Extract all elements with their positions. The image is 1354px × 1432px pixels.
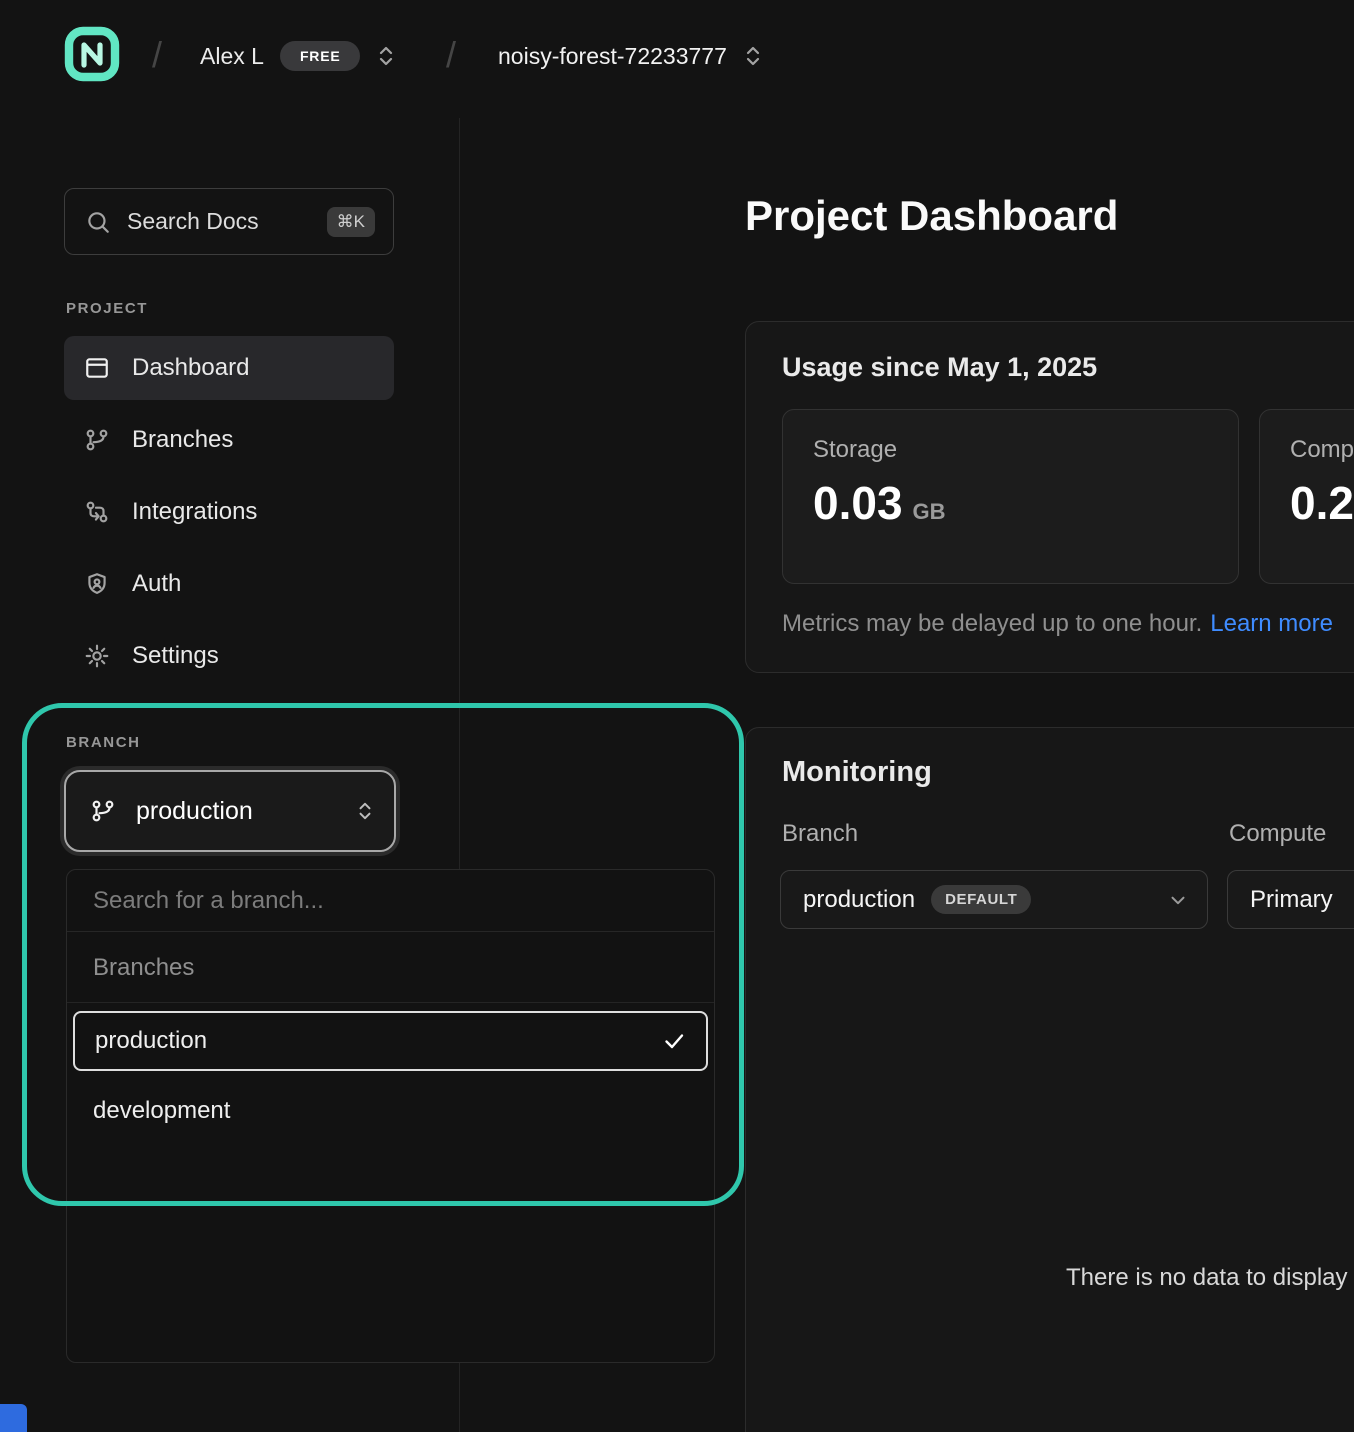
project-name: noisy-forest-72233777 [498, 43, 727, 70]
sidebar-item-branches[interactable]: Branches [64, 408, 394, 472]
branch-dropdown: Branches production development [66, 869, 715, 1363]
monitoring-compute-value: Primary [1250, 886, 1333, 914]
git-branch-icon [90, 798, 116, 824]
sidebar-item-dashboard[interactable]: Dashboard [64, 336, 394, 400]
branch-selector[interactable]: production [64, 770, 396, 852]
search-icon [85, 209, 111, 235]
usage-footnote-text: Metrics may be delayed up to one hour. [782, 610, 1202, 637]
compute-field-label: Compute [1229, 820, 1326, 848]
monitoring-title: Monitoring [782, 756, 932, 789]
breadcrumb-separator: / [152, 34, 162, 76]
branch-search-input[interactable] [93, 887, 688, 915]
metric-compute: Compute 0.2 [1259, 409, 1354, 584]
sidebar-item-integrations[interactable]: Integrations [64, 480, 394, 544]
branch-selector-value: production [136, 797, 253, 826]
branch-field-label: Branch [782, 820, 858, 848]
git-branch-icon [84, 427, 110, 453]
sidebar-item-label: Auth [132, 570, 181, 598]
project-switcher[interactable]: noisy-forest-72233777 [498, 32, 763, 80]
sidebar-item-auth[interactable]: Auth [64, 552, 394, 616]
metric-storage: Storage 0.03 GB [782, 409, 1239, 584]
chevron-updown-icon [376, 44, 396, 68]
monitoring-branch-select[interactable]: production DEFAULT [780, 870, 1208, 929]
dashboard-icon [84, 355, 110, 381]
monitoring-empty-message: There is no data to display [1066, 1264, 1348, 1292]
check-icon [662, 1029, 686, 1053]
plan-badge: FREE [280, 41, 361, 71]
sidebar-item-settings[interactable]: Settings [64, 624, 394, 688]
branch-group-label: Branches [67, 932, 714, 1003]
neon-logo[interactable] [64, 26, 120, 82]
branch-search-row [67, 870, 714, 932]
chevron-down-icon [1167, 889, 1189, 911]
search-docs-button[interactable]: Search Docs ⌘K [64, 188, 394, 255]
default-badge: DEFAULT [931, 885, 1031, 914]
usage-card-title: Usage since May 1, 2025 [782, 352, 1354, 383]
metric-unit: GB [913, 499, 946, 525]
metric-value: 0.2 [1290, 476, 1354, 530]
page-title: Project Dashboard [745, 192, 1118, 240]
gear-icon [84, 643, 110, 669]
breadcrumb-separator: / [446, 34, 456, 76]
search-docs-label: Search Docs [127, 208, 259, 235]
org-name: Alex L [200, 43, 264, 70]
chevron-updown-icon [356, 800, 374, 822]
branch-option-production[interactable]: production [73, 1011, 708, 1071]
metric-value: 0.03 [813, 476, 903, 530]
branch-option-label: production [95, 1027, 207, 1055]
usage-metrics-row: Storage 0.03 GB Compute 0.2 [782, 409, 1354, 584]
integrations-icon [84, 499, 110, 525]
branch-option-label: development [93, 1097, 230, 1125]
branch-option-development[interactable]: development [67, 1079, 714, 1143]
sidebar-item-label: Settings [132, 642, 219, 670]
usage-footnote: Metrics may be delayed up to one hour. Le… [782, 610, 1354, 638]
keyboard-shortcut-badge: ⌘K [327, 207, 375, 237]
usage-card: Usage since May 1, 2025 Storage 0.03 GB … [745, 321, 1354, 673]
monitoring-card: Monitoring Branch Compute production DEF… [745, 727, 1354, 1432]
metric-label: Compute [1290, 436, 1354, 464]
sidebar-item-label: Dashboard [132, 354, 249, 382]
auth-shield-icon [84, 571, 110, 597]
project-section-label: PROJECT [66, 300, 148, 317]
sidebar-item-label: Integrations [132, 498, 257, 526]
sidebar-item-label: Branches [132, 426, 233, 454]
monitoring-compute-select[interactable]: Primary [1227, 870, 1354, 929]
branch-section-label: BRANCH [66, 734, 141, 751]
org-switcher[interactable]: Alex L FREE [200, 32, 396, 80]
metric-label: Storage [813, 436, 1208, 464]
monitoring-branch-value: production [803, 886, 915, 914]
learn-more-link[interactable]: Learn more [1210, 610, 1333, 637]
chevron-updown-icon [743, 44, 763, 68]
bottom-left-blue-fragment [0, 1404, 27, 1432]
